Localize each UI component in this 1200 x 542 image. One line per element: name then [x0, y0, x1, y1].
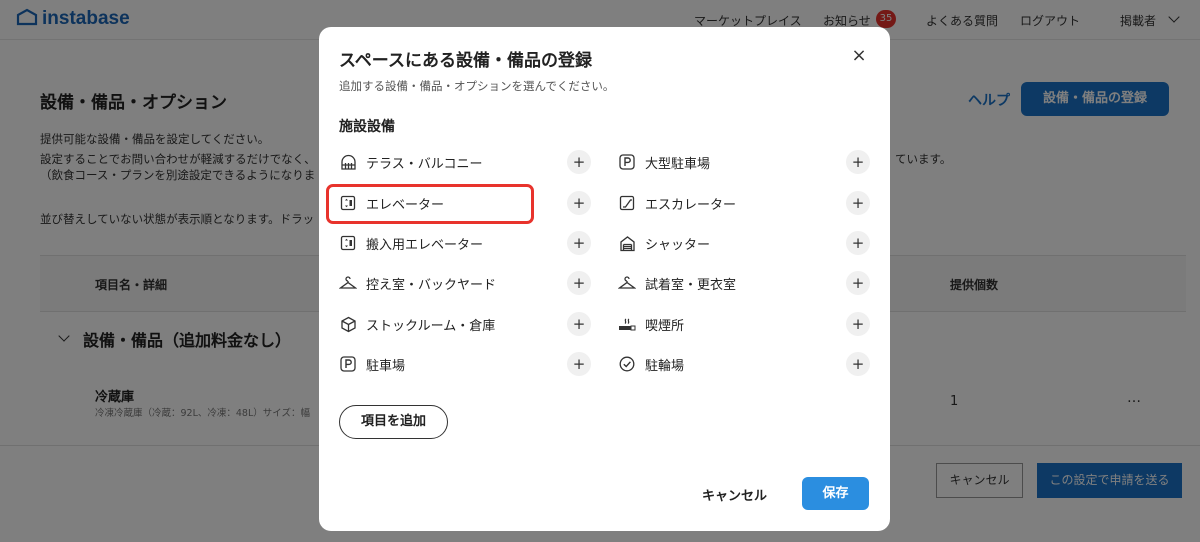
- check-circle-icon: [618, 355, 636, 373]
- close-icon[interactable]: ×: [850, 47, 868, 65]
- add-shutter-button[interactable]: +: [846, 231, 870, 255]
- modal-cancel-button[interactable]: キャンセル: [702, 485, 767, 504]
- hanger-icon: [618, 274, 636, 292]
- facility-label: 大型駐車場: [645, 156, 711, 172]
- add-bicycle-parking-button[interactable]: +: [846, 352, 870, 376]
- add-item-button[interactable]: 項目を追加: [339, 405, 448, 439]
- section-heading: 施設設備: [339, 119, 395, 135]
- add-terrace-button[interactable]: +: [567, 150, 591, 174]
- box-icon: [339, 315, 357, 333]
- escalator-icon: [618, 194, 636, 212]
- add-stockroom-button[interactable]: +: [567, 312, 591, 336]
- facility-label: 駐輪場: [645, 358, 685, 374]
- parking-icon: [339, 355, 357, 373]
- terrace-icon: [339, 153, 357, 171]
- hanger-icon: [339, 274, 357, 292]
- facility-label: シャッター: [645, 237, 711, 253]
- add-backyard-button[interactable]: +: [567, 271, 591, 295]
- add-elevator-button[interactable]: +: [567, 191, 591, 215]
- shutter-icon: [618, 234, 636, 252]
- save-button[interactable]: 保存: [802, 477, 869, 510]
- add-escalator-button[interactable]: +: [846, 191, 870, 215]
- add-freight-elevator-button[interactable]: +: [567, 231, 591, 255]
- facility-item-large-parking[interactable]: 大型駐車場: [618, 147, 710, 177]
- freight-elevator-icon: [339, 234, 357, 252]
- facility-item-escalator[interactable]: エスカレーター: [618, 188, 736, 218]
- add-fitting-room-button[interactable]: +: [846, 271, 870, 295]
- modal-subtitle: 追加する設備・備品・オプションを選んでください。: [339, 79, 615, 93]
- add-smoking-area-button[interactable]: +: [846, 312, 870, 336]
- facility-label: 駐車場: [366, 358, 406, 374]
- facility-item-parking[interactable]: 駐車場: [339, 349, 405, 379]
- facility-item-fitting-room[interactable]: 試着室・更衣室: [618, 268, 736, 298]
- facility-label: ストックルーム・倉庫: [366, 318, 496, 334]
- facility-item-bicycle-parking[interactable]: 駐輪場: [618, 349, 684, 379]
- facility-item-freight-elevator[interactable]: 搬入用エレベーター: [339, 228, 483, 258]
- facility-label: エスカレーター: [645, 197, 737, 213]
- facility-label: テラス・バルコニー: [366, 156, 483, 172]
- facility-item-shutter[interactable]: シャッター: [618, 228, 710, 258]
- add-large-parking-button[interactable]: +: [846, 150, 870, 174]
- facility-item-stockroom[interactable]: ストックルーム・倉庫: [339, 309, 495, 339]
- register-equipment-modal: スペースにある設備・備品の登録 × 追加する設備・備品・オプションを選んでくださ…: [319, 27, 890, 531]
- facility-label: 試着室・更衣室: [645, 277, 737, 293]
- facility-label: 控え室・バックヤード: [366, 277, 497, 293]
- facility-label: 喫煙所: [645, 318, 685, 334]
- add-parking-button[interactable]: +: [567, 352, 591, 376]
- facility-label: 搬入用エレベーター: [366, 237, 484, 253]
- facility-item-backyard[interactable]: 控え室・バックヤード: [339, 268, 496, 298]
- highlight-annotation: [326, 184, 534, 224]
- facility-item-smoking-area[interactable]: 喫煙所: [618, 309, 684, 339]
- parking-icon: [618, 153, 636, 171]
- modal-title: スペースにある設備・備品の登録: [339, 51, 592, 71]
- facility-item-terrace[interactable]: テラス・バルコニー: [339, 147, 482, 177]
- smoking-icon: [618, 315, 636, 333]
